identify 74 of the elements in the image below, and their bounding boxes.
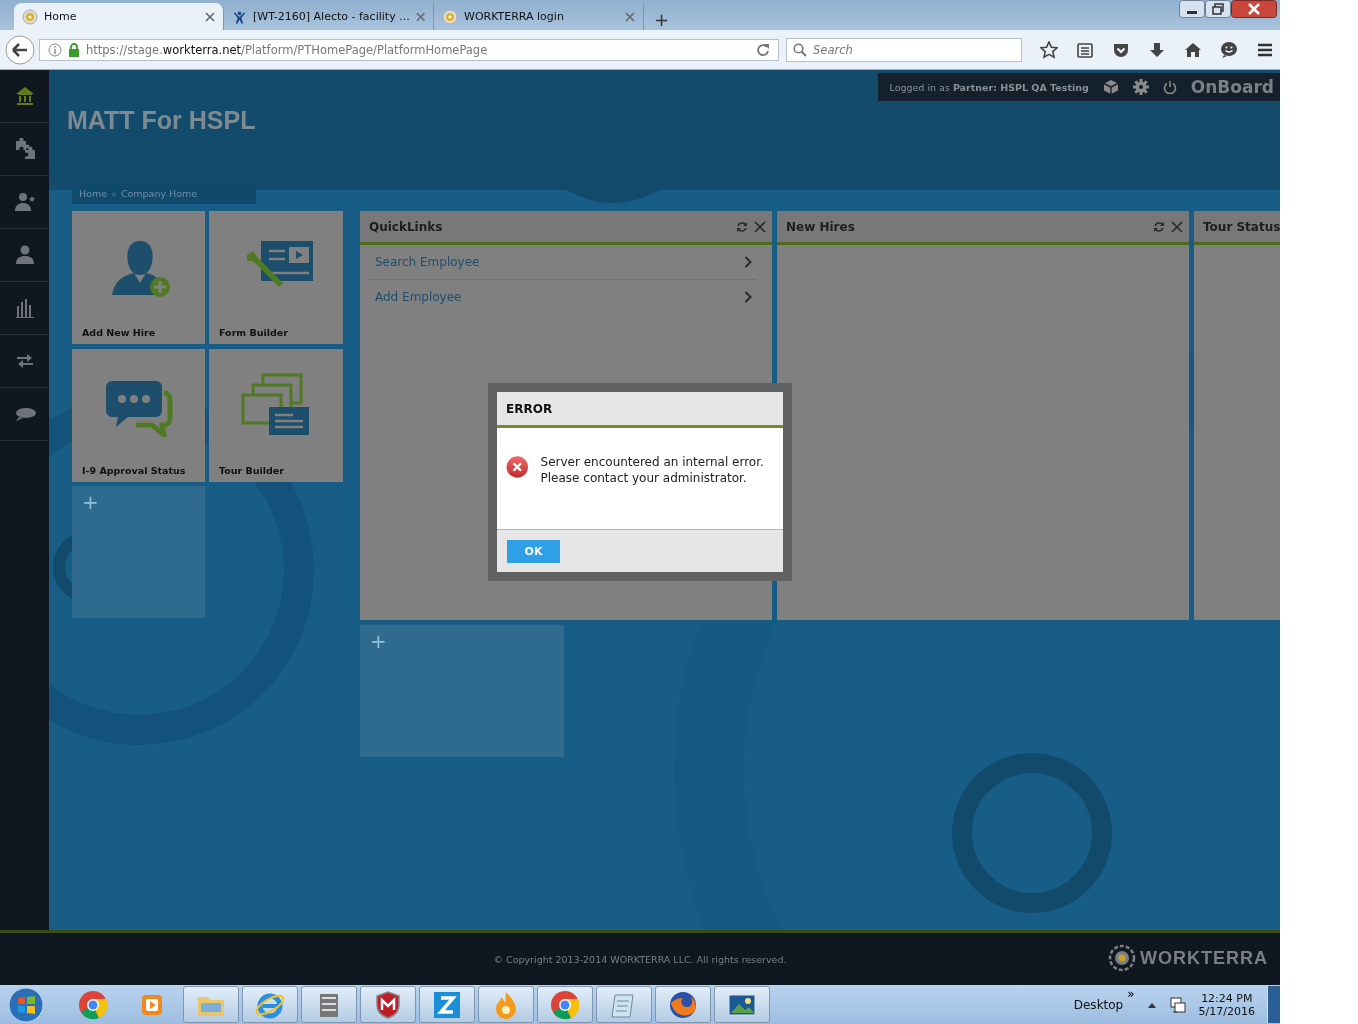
search-field[interactable]: Search: [786, 37, 1022, 62]
round-logo-icon: [77, 988, 109, 1021]
network-icon[interactable]: [1168, 995, 1187, 1014]
new-tab-button[interactable]: +: [644, 9, 680, 30]
start-button[interactable]: [8, 986, 44, 1023]
taskbar-button[interactable]: [242, 986, 298, 1023]
chevron-right-icon: [744, 256, 752, 268]
show-desktop-button[interactable]: [1267, 986, 1280, 1023]
home-icon[interactable]: [1184, 40, 1202, 59]
ok-button[interactable]: OK: [507, 539, 560, 563]
dashboard-tile[interactable]: Tour Builder: [209, 349, 343, 482]
sun-icon: [22, 8, 38, 25]
tab-title: [WT-2160] Alecto - facility ...: [252, 10, 410, 23]
breadcrumb-link[interactable]: Home: [79, 188, 108, 199]
dashboard-tile[interactable]: Add New Hire: [72, 211, 205, 344]
clock[interactable]: 12:24 PM 5/17/2016: [1198, 991, 1255, 1018]
close-icon[interactable]: [1231, 0, 1277, 18]
desktop-toolbar-label[interactable]: Desktop: [1073, 997, 1124, 1012]
refresh-icon[interactable]: [1153, 220, 1165, 233]
url-text: https://stage.workterra.net/Platform/PTHomePage/PlatformHomePage: [86, 42, 489, 57]
back-icon[interactable]: [5, 34, 35, 65]
star-icon[interactable]: [1040, 40, 1058, 59]
widget-title: QuickLinks: [369, 219, 444, 234]
refresh-icon[interactable]: [736, 220, 748, 233]
reload-icon[interactable]: [756, 42, 770, 57]
address-field[interactable]: https://stage.workterra.net/Platform/PTHomePage/PlatformHomePage: [39, 38, 779, 61]
clock-date: 5/17/2016: [1198, 1004, 1255, 1018]
round-logo-icon: [549, 988, 581, 1021]
add-button[interactable]: +: [82, 490, 99, 514]
cube-icon[interactable]: [1102, 79, 1119, 95]
minimize-icon[interactable]: [1179, 0, 1205, 18]
page-title: MATT For HSPL: [67, 106, 257, 135]
puzzle-icon[interactable]: [13, 138, 36, 160]
smiley-icon[interactable]: [1220, 40, 1238, 59]
browser-tab[interactable]: Home: [14, 3, 224, 30]
brand-name: WORKTERRA: [1140, 947, 1268, 969]
breadcrumb-separator: »: [111, 188, 117, 199]
clock-time: 12:24 PM: [1201, 991, 1253, 1005]
dashboard-tile[interactable]: I-9 Approval Status: [72, 349, 205, 482]
person-star-icon[interactable]: [13, 191, 36, 213]
breadcrumb-link[interactable]: Company Home: [120, 188, 198, 199]
download-icon[interactable]: [1148, 40, 1166, 59]
taskbar-button[interactable]: [360, 986, 416, 1023]
compass-logo-icon: [1108, 944, 1136, 972]
list-icon[interactable]: [1076, 40, 1094, 59]
taskbar-button[interactable]: [301, 986, 357, 1023]
taskbar-button[interactable]: [714, 986, 770, 1023]
login-status: Logged in as Partner: HSPL QA Testing: [889, 81, 1089, 93]
taskbar-button[interactable]: [537, 986, 593, 1023]
close-icon[interactable]: [205, 11, 215, 22]
info-icon: [48, 42, 62, 57]
overflow-chevron[interactable]: »: [1127, 987, 1135, 1001]
chevron-right-icon: [744, 291, 752, 303]
chart-icon[interactable]: [13, 297, 36, 319]
lock-icon: [68, 42, 80, 57]
dialog-title: ERROR: [497, 392, 783, 428]
error-message: Server encountered an internal error. Please contact your administrator.: [540, 454, 765, 487]
figure-icon: [232, 8, 247, 25]
taskbar-button[interactable]: [655, 986, 711, 1023]
sun-icon: [442, 8, 458, 25]
tab-title: Home: [44, 10, 78, 23]
search-icon: [793, 42, 807, 57]
widget-title: New Hires: [786, 219, 856, 234]
person-icon[interactable]: [13, 244, 36, 266]
tab-title: WORKTERRA login: [464, 10, 565, 23]
taskbar-button[interactable]: [419, 986, 475, 1023]
copyright-text: © Copyright 2013-2014 WORKTERRA LLC. All rights reserved.: [493, 953, 787, 965]
power-icon[interactable]: [1162, 80, 1177, 94]
widget-title: Tour Status: [1203, 219, 1280, 234]
settings-icon[interactable]: [1132, 79, 1149, 95]
restore-icon[interactable]: [1205, 0, 1231, 18]
dashboard-tile[interactable]: Form Builder: [209, 211, 343, 344]
add-button[interactable]: +: [370, 629, 387, 653]
app-name: OnBoard: [1190, 77, 1274, 97]
